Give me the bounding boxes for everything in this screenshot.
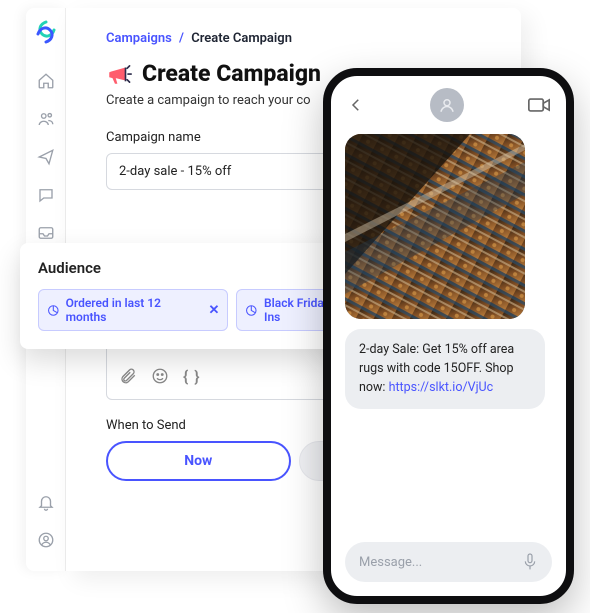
message-bubble: 2-day Sale: Get 15% off area rugs with c… bbox=[345, 329, 545, 409]
send-now-button[interactable]: Now bbox=[106, 441, 291, 481]
video-icon[interactable] bbox=[528, 97, 550, 113]
avatar[interactable] bbox=[430, 88, 464, 122]
phone-input[interactable]: Message... bbox=[345, 542, 552, 582]
breadcrumb-root[interactable]: Campaigns bbox=[106, 31, 172, 46]
phone-header bbox=[331, 76, 566, 134]
breadcrumb: Campaigns / Create Campaign bbox=[106, 31, 481, 46]
emoji-icon[interactable] bbox=[151, 367, 169, 389]
home-icon[interactable] bbox=[37, 72, 55, 90]
phone-preview: 2-day Sale: Get 15% off area rugs with c… bbox=[323, 68, 574, 604]
megaphone-icon bbox=[106, 61, 132, 87]
remove-chip-icon[interactable]: ✕ bbox=[209, 303, 220, 318]
account-icon[interactable] bbox=[37, 531, 55, 549]
users-icon[interactable] bbox=[37, 110, 55, 128]
back-icon[interactable] bbox=[347, 96, 365, 114]
attach-icon[interactable] bbox=[119, 367, 137, 389]
logo bbox=[34, 20, 58, 44]
breadcrumb-leaf: Create Campaign bbox=[191, 31, 292, 46]
bell-icon[interactable] bbox=[37, 493, 55, 511]
bubble-link[interactable]: https://slkt.io/VjUc bbox=[389, 380, 494, 395]
segment-icon bbox=[245, 304, 258, 317]
braces-icon[interactable]: { } bbox=[183, 367, 201, 389]
send-icon[interactable] bbox=[37, 148, 55, 166]
audience-chip[interactable]: Ordered in last 12 months ✕ bbox=[38, 289, 228, 331]
breadcrumb-sep: / bbox=[179, 31, 184, 46]
mic-icon[interactable] bbox=[522, 552, 538, 572]
phone-input-placeholder: Message... bbox=[359, 555, 422, 570]
message-toolbar: { } bbox=[119, 367, 201, 389]
inbox-icon[interactable] bbox=[37, 224, 55, 242]
message-image bbox=[345, 134, 525, 319]
page-title: Create Campaign bbox=[142, 60, 321, 87]
audience-chip-label: Ordered in last 12 months bbox=[66, 296, 201, 324]
chat-icon[interactable] bbox=[37, 186, 55, 204]
segment-icon bbox=[47, 304, 60, 317]
